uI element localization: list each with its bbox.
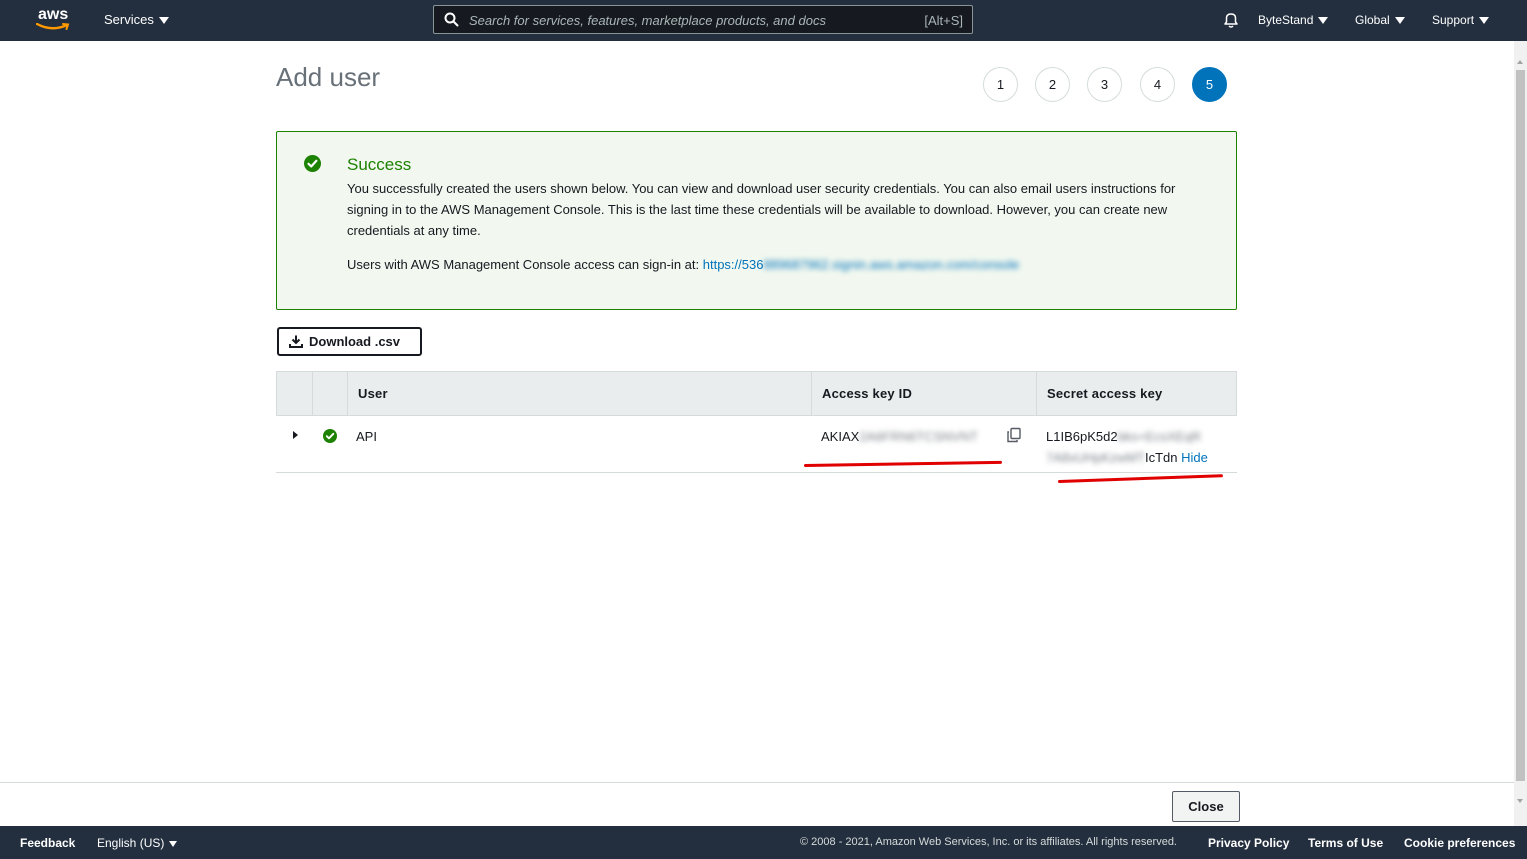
secret-key-visible-start: L1IB6pK5d2 — [1046, 429, 1118, 444]
step-1[interactable]: 1 — [983, 67, 1018, 102]
support-menu[interactable]: Support — [1432, 12, 1490, 27]
secret-key-visible-end: IcTdn — [1144, 450, 1178, 465]
red-underline-annotation — [1057, 474, 1223, 483]
copyright-text: © 2008 - 2021, Amazon Web Services, Inc.… — [800, 836, 1177, 848]
caret-down-icon — [1394, 17, 1405, 25]
success-check-icon — [304, 155, 321, 172]
privacy-policy-link[interactable]: Privacy Policy — [1208, 836, 1289, 850]
search-shortcut-hint: [Alt+S] — [924, 13, 963, 28]
support-label: Support — [1432, 13, 1475, 27]
services-label: Services — [104, 12, 154, 27]
account-label: ByteStand — [1258, 13, 1314, 27]
secret-key-line-1: L1IB6pK5d2bks+EcsXEqR — [1046, 429, 1201, 444]
secret-key-column-header[interactable]: Secret access key — [1036, 372, 1237, 415]
access-key-cell: AKIAX2A6FRN6TCSNVNT — [821, 429, 978, 444]
aws-smile-icon — [36, 23, 70, 30]
page-title: Add user — [276, 62, 381, 92]
terms-of-use-link[interactable]: Terms of Use — [1308, 836, 1383, 850]
access-key-visible: AKIAX — [821, 429, 860, 444]
search-placeholder: Search for services, features, marketpla… — [469, 13, 826, 28]
aws-logo-text: aws — [38, 6, 69, 23]
table-row: API AKIAX2A6FRN6TCSNVNT L1IB6pK5d2bks+Ec… — [276, 416, 1237, 473]
download-csv-label: Download .csv — [309, 334, 401, 349]
signin-url-link[interactable]: https://536889687962.signin.aws.amazon.c… — [703, 257, 1020, 272]
download-icon — [289, 335, 303, 348]
page-scrollbar[interactable] — [1514, 41, 1527, 826]
region-menu[interactable]: Global — [1355, 12, 1405, 27]
console-footer: Feedback English (US) © 2008 - 2021, Ama… — [0, 826, 1527, 859]
hide-secret-link[interactable]: Hide — [1181, 450, 1208, 465]
step-5-active: 5 — [1192, 67, 1227, 102]
caret-down-icon — [1479, 17, 1490, 25]
step-3[interactable]: 3 — [1087, 67, 1122, 102]
caret-down-icon — [169, 840, 178, 847]
signin-prefix: Users with AWS Management Console access… — [347, 257, 703, 272]
step-2[interactable]: 2 — [1035, 67, 1070, 102]
language-label: English (US) — [97, 836, 165, 850]
aws-logo[interactable]: aws — [36, 6, 72, 34]
feedback-link[interactable]: Feedback — [20, 836, 75, 850]
caret-down-icon — [158, 17, 169, 25]
success-check-icon — [323, 429, 337, 443]
success-title: Success — [347, 155, 412, 174]
scrollbar-thumb[interactable] — [1516, 70, 1525, 781]
signin-url-blurred: 889687962.signin.aws.amazon.com/console — [763, 257, 1020, 272]
user-column-header[interactable]: User — [347, 372, 811, 415]
secret-key-blurred-1: bks+EcsXEqR — [1117, 429, 1202, 444]
close-button[interactable]: Close — [1172, 791, 1240, 822]
top-navigation-bar: aws Services Search for services, featur… — [0, 0, 1527, 41]
cookie-preferences-link[interactable]: Cookie preferences — [1404, 836, 1515, 850]
region-label: Global — [1355, 13, 1390, 27]
signin-line: Users with AWS Management Console access… — [347, 257, 1019, 272]
copy-icon[interactable] — [1006, 427, 1022, 443]
success-message: You successfully created the users shown… — [347, 181, 1176, 238]
search-bar[interactable]: Search for services, features, marketpla… — [433, 5, 973, 34]
language-selector[interactable]: English (US) — [97, 836, 178, 850]
success-alert: Success You successfully created the use… — [276, 131, 1237, 310]
user-name-cell: API — [356, 429, 377, 444]
table-header: User Access key ID Secret access key — [276, 371, 1237, 416]
signin-url-visible: https://536 — [702, 257, 764, 272]
access-key-column-header[interactable]: Access key ID — [811, 372, 1036, 415]
secret-key-blurred-2: 7A8xUHpKzwMT — [1046, 450, 1145, 465]
credentials-table: User Access key ID Secret access key API… — [276, 371, 1237, 473]
bell-icon[interactable] — [1222, 11, 1240, 29]
caret-down-icon — [1318, 17, 1329, 25]
action-bar: Close — [0, 782, 1514, 826]
expand-row-caret-icon[interactable] — [293, 431, 298, 439]
scroll-down-arrow-icon[interactable] — [1517, 799, 1523, 803]
status-column-header — [312, 372, 347, 415]
scroll-up-arrow-icon[interactable] — [1517, 60, 1523, 64]
step-4[interactable]: 4 — [1140, 67, 1175, 102]
secret-key-line-2: 7A8xUHpKzwMTIcTdn Hide — [1046, 450, 1208, 465]
search-icon — [444, 12, 459, 27]
download-csv-button[interactable]: Download .csv — [277, 327, 422, 356]
services-menu[interactable]: Services — [104, 12, 169, 27]
account-menu[interactable]: ByteStand — [1258, 12, 1329, 27]
access-key-blurred: 2A6FRN6TCSNVNT — [859, 429, 978, 444]
